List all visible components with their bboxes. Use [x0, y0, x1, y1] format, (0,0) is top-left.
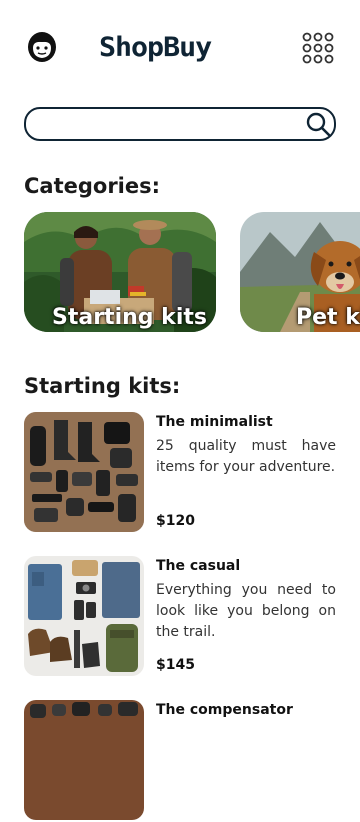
- search-icon[interactable]: [305, 111, 331, 137]
- product-card-compensator[interactable]: The compensator: [24, 700, 336, 822]
- product-image: [24, 556, 144, 676]
- category-card-starting-kits[interactable]: Starting kits: [24, 212, 216, 332]
- product-description: Everything you need to look like you bel…: [156, 582, 336, 640]
- product-title: The casual: [156, 558, 241, 574]
- starting-kits-heading: Starting kits:: [24, 374, 181, 398]
- apps-grid-icon[interactable]: [301, 31, 335, 65]
- search-bar: [24, 107, 336, 141]
- product-title: The compensator: [156, 702, 293, 718]
- avatar-icon[interactable]: [27, 31, 57, 63]
- product-image: [24, 700, 144, 820]
- search-input[interactable]: [38, 113, 302, 137]
- product-image: [24, 412, 144, 532]
- category-label: Pet kits: [296, 305, 360, 330]
- product-title: The minimalist: [156, 414, 273, 430]
- categories-heading: Categories:: [24, 174, 161, 198]
- categories-carousel[interactable]: Starting kits Pet kits: [24, 212, 360, 334]
- product-price: $120: [156, 513, 195, 529]
- product-price: $145: [156, 657, 195, 673]
- product-card-casual[interactable]: The casual Everything you need to look l…: [24, 556, 336, 678]
- product-description: 25 quality must have items for your adve…: [156, 438, 336, 475]
- app-header: ShopBuy: [0, 0, 360, 96]
- product-card-minimalist[interactable]: The minimalist 25 quality must have item…: [24, 412, 336, 534]
- category-label: Starting kits: [52, 305, 207, 330]
- brand-logo[interactable]: ShopBuy: [99, 34, 269, 62]
- category-card-pet-kits[interactable]: Pet kits: [240, 212, 360, 332]
